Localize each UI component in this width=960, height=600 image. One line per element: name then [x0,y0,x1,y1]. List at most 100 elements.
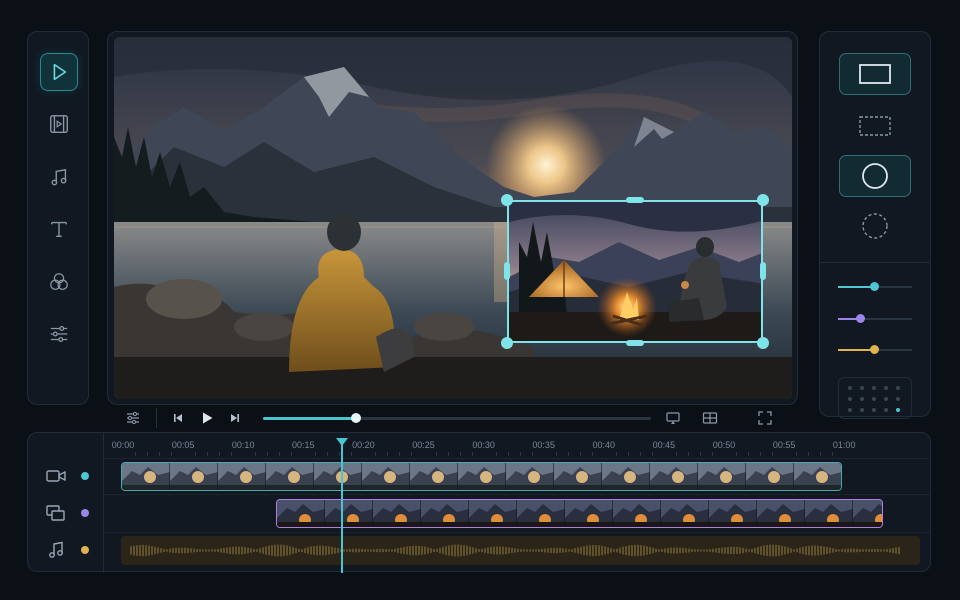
slider-thumb[interactable] [869,345,879,354]
property-slider-1[interactable] [838,282,912,292]
ruler-tick [687,452,689,456]
ruler-tick [495,452,497,456]
skip-back-button[interactable] [170,410,186,426]
ruler-tick [327,452,329,456]
ruler-label: 00:45 [652,440,676,450]
rectangle-icon [859,64,891,84]
shape-dashed-circle-button[interactable] [839,205,911,247]
cast-button[interactable] [665,410,681,426]
grid-dot[interactable] [860,408,864,412]
ruler-tick [375,452,377,456]
left-toolbar [27,31,89,405]
resize-handle-bottom[interactable] [626,340,644,346]
ruler-tick [267,452,269,456]
ruler-tick [159,452,161,456]
video-clip[interactable] [121,462,842,491]
video-clip-thumbnails [122,463,841,490]
ruler-tick [639,452,641,456]
grid-dot[interactable] [860,386,864,390]
grid-dot[interactable] [872,408,876,412]
shape-circle-button[interactable] [839,155,911,197]
grid-dot[interactable] [848,397,852,401]
tool-color-button[interactable] [40,263,78,301]
overlay-clip-thumbnails [277,500,882,527]
shape-rectangle-button[interactable] [839,53,911,95]
grid-dot[interactable] [848,408,852,412]
resize-handle-bottom-left[interactable] [501,337,513,349]
layout-button[interactable] [702,410,718,426]
grid-dot[interactable] [896,397,900,401]
video-frame[interactable] [114,37,792,399]
scrubber-thumb[interactable] [351,413,362,423]
ruler-tick [279,452,281,456]
tool-media-button[interactable] [40,105,78,143]
property-slider-3[interactable] [838,345,912,355]
ruler-tick [591,452,593,456]
grid-dot[interactable] [872,397,876,401]
ruler-tick [315,452,317,456]
ruler-tick [195,452,197,456]
resize-handle-top[interactable] [626,197,644,203]
play-button[interactable] [199,410,215,426]
track-header[interactable] [28,495,104,531]
skip-forward-icon [231,414,239,422]
resize-handle-left[interactable] [504,262,510,280]
circle-icon [862,163,888,189]
resize-handle-top-left[interactable] [501,194,513,206]
layout-grid-icon [702,412,718,424]
ruler-tick [531,452,533,456]
skip-back-icon [174,414,182,422]
tool-adjust-button[interactable] [40,315,78,353]
settings-button[interactable] [125,410,141,426]
ruler-label: 00:55 [772,440,796,450]
track-header[interactable] [28,458,104,494]
grid-dot[interactable] [896,408,900,412]
ruler-tick [387,452,389,456]
audio-waveform [130,544,900,557]
fullscreen-button[interactable] [757,410,773,426]
ruler-tick [411,452,413,456]
ruler-tick [399,452,401,456]
video-preview-panel [107,31,798,428]
ruler-tick [615,452,617,456]
ruler-label: 00:25 [412,440,435,450]
slider-thumb[interactable] [869,282,879,291]
slider-thumb[interactable] [856,314,866,323]
grid-dot[interactable] [872,386,876,390]
ruler-label: 00:40 [592,440,616,450]
tool-play-button[interactable] [40,53,78,91]
property-slider-2[interactable] [838,314,912,324]
cast-icon [666,412,680,424]
overlay-clip-selection[interactable] [507,200,763,343]
shape-dashed-rectangle-button[interactable] [839,105,911,147]
audio-clip[interactable] [121,536,920,565]
ruler-tick [627,452,629,456]
ruler-label: 00:30 [472,440,495,450]
overlay-clip[interactable] [276,499,883,528]
playhead[interactable] [341,438,343,573]
resize-handle-top-right[interactable] [757,194,769,206]
grid-dot[interactable] [884,408,888,412]
adjust-sliders-icon [50,326,68,342]
video-camera-icon [46,467,66,485]
grid-dot[interactable] [884,386,888,390]
playback-scrubber[interactable] [263,413,651,423]
track-color-dot [81,509,89,517]
grid-dot[interactable] [896,386,900,390]
resize-handle-right[interactable] [760,262,766,280]
track-header[interactable] [28,532,104,568]
skip-forward-button[interactable] [227,410,243,426]
grid-dot[interactable] [860,397,864,401]
ruler-tick [207,452,209,456]
ruler-tick [255,452,257,456]
alignment-grid[interactable] [838,377,912,419]
scrubber-progress [263,417,357,420]
grid-dot[interactable] [848,386,852,390]
grid-dot[interactable] [884,397,888,401]
divider [104,494,930,495]
ruler-label: 00:35 [532,440,555,450]
tool-audio-button[interactable] [40,158,78,196]
ruler-tick [351,452,353,456]
tool-text-button[interactable] [40,210,78,248]
resize-handle-bottom-right[interactable] [757,337,769,349]
